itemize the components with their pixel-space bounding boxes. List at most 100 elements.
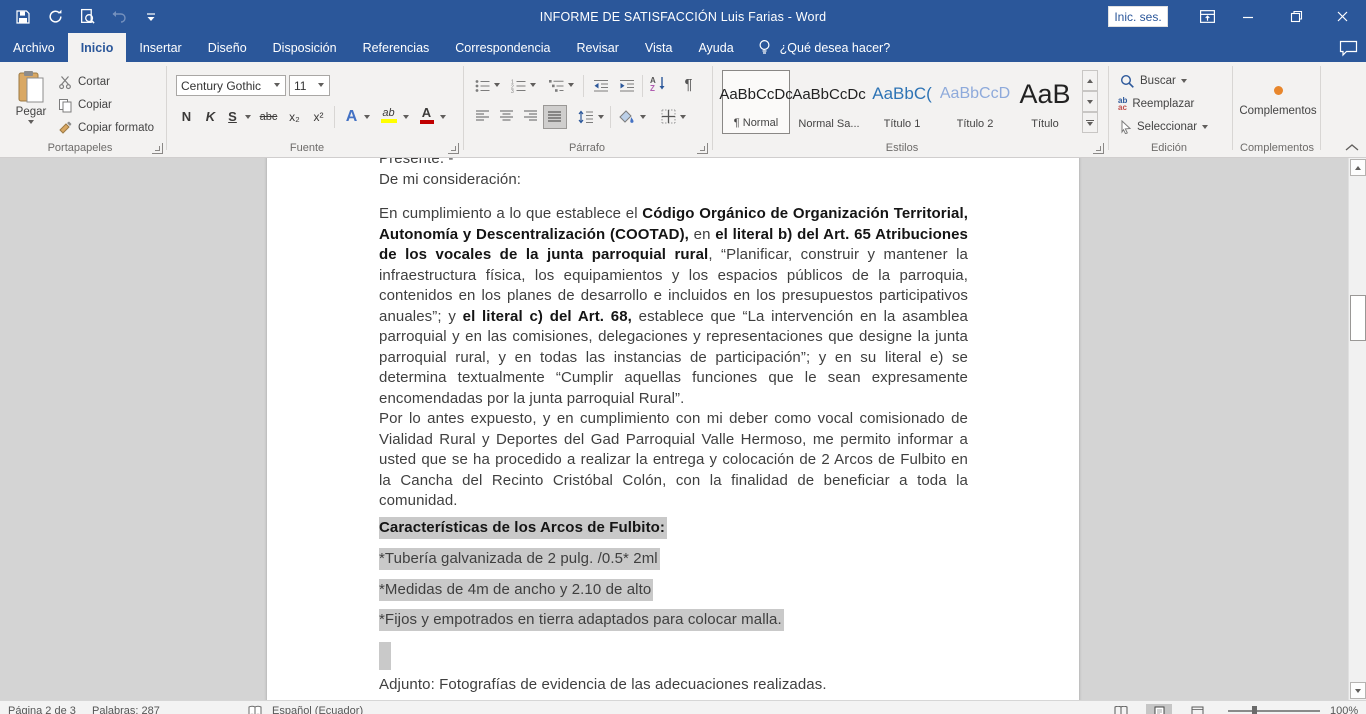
collapse-ribbon-icon[interactable]	[1344, 142, 1360, 154]
paragraph[interactable]: *Fijos y empotrados en tierra adaptados …	[379, 610, 968, 631]
tab-inicio[interactable]: Inicio	[68, 33, 127, 62]
styles-gallery-down-button[interactable]	[1082, 91, 1098, 112]
superscript-button[interactable]: x²	[308, 106, 329, 127]
font-size-combo[interactable]: 11	[289, 75, 330, 96]
align-left-button[interactable]	[472, 106, 493, 127]
borders-chevron-icon[interactable]	[680, 115, 687, 120]
font-color-chevron-icon[interactable]	[440, 115, 447, 120]
text-effects-button[interactable]: A	[341, 106, 362, 127]
paste-button[interactable]: Pegar	[10, 70, 52, 136]
restore-button[interactable]	[1279, 0, 1313, 33]
strikethrough-button[interactable]: abc	[258, 106, 279, 127]
bold-button[interactable]: N	[176, 106, 197, 127]
numbering-chevron-icon[interactable]	[530, 83, 537, 88]
multilevel-chevron-icon[interactable]	[568, 83, 575, 88]
shading-chevron-icon[interactable]	[640, 115, 647, 120]
print-layout-button[interactable]	[1146, 704, 1172, 714]
borders-button[interactable]	[658, 106, 679, 127]
zoom-slider[interactable]	[1228, 710, 1320, 712]
format-painter-button[interactable]: Copiar formato	[58, 118, 154, 138]
style-titulo-2[interactable]: AaBbCcD Título 2	[941, 70, 1009, 134]
tab-correspondencia[interactable]: Correspondencia	[442, 33, 563, 62]
styles-dialog-launcher[interactable]	[1093, 143, 1104, 154]
scroll-down-button[interactable]	[1350, 682, 1366, 699]
style-normal-sa[interactable]: AaBbCcDc Normal Sa...	[795, 70, 863, 134]
styles-gallery-more-button[interactable]	[1082, 112, 1098, 133]
read-mode-button[interactable]	[1108, 704, 1134, 714]
scroll-up-button[interactable]	[1350, 159, 1366, 176]
multilevel-list-button[interactable]	[546, 75, 567, 96]
increase-indent-button[interactable]	[616, 75, 637, 96]
paragraph[interactable]: En cumplimiento a lo que establece el Có…	[379, 204, 968, 409]
scrollbar-thumb[interactable]	[1350, 295, 1366, 341]
addins-button[interactable]: Complementos	[1236, 70, 1320, 132]
document-area[interactable]: Presente. -De mi consideración: En cumpli…	[0, 158, 1348, 700]
decrease-indent-button[interactable]	[590, 75, 611, 96]
ribbon-display-options-button[interactable]	[1190, 0, 1224, 33]
paragraph[interactable]: *Medidas de 4m de ancho y 2.10 de alto	[379, 580, 968, 601]
paragraph[interactable]: De mi consideración:	[379, 170, 968, 191]
numbering-button[interactable]: 123	[508, 75, 529, 96]
copy-button[interactable]: Copiar	[58, 95, 112, 115]
web-layout-button[interactable]	[1184, 704, 1210, 714]
tab-vista[interactable]: Vista	[632, 33, 686, 62]
underline-button[interactable]: S	[222, 106, 243, 127]
sort-button[interactable]: AZ	[648, 73, 669, 94]
shading-button[interactable]	[616, 106, 637, 127]
line-spacing-chevron-icon[interactable]	[598, 115, 605, 120]
highlight-chevron-icon[interactable]	[403, 115, 410, 120]
style-titulo[interactable]: AaB Título	[1011, 70, 1079, 134]
underline-chevron-icon[interactable]	[245, 115, 252, 120]
paragraph[interactable]: Adjunto: Fotografías de evidencia de las…	[379, 675, 968, 696]
word-count[interactable]: Palabras: 287	[92, 705, 160, 714]
tab-diseno[interactable]: Diseño	[195, 33, 260, 62]
select-button[interactable]: Seleccionar	[1120, 117, 1209, 137]
paragraph[interactable]: Por lo antes expuesto, y en cumplimiento…	[379, 409, 968, 512]
justify-button[interactable]	[543, 105, 567, 129]
bullets-button[interactable]	[472, 75, 493, 96]
bullets-chevron-icon[interactable]	[494, 83, 501, 88]
subscript-button[interactable]: x₂	[284, 106, 305, 127]
italic-button[interactable]: K	[200, 106, 221, 127]
page-indicator[interactable]: Página 2 de 3	[8, 705, 76, 714]
align-center-button[interactable]	[496, 106, 517, 127]
vertical-scrollbar[interactable]	[1348, 158, 1366, 700]
zoom-slider-thumb[interactable]	[1252, 706, 1257, 714]
find-button[interactable]: Buscar	[1120, 71, 1188, 91]
pilcrow-button[interactable]: ¶	[678, 74, 699, 95]
align-right-button[interactable]	[520, 106, 541, 127]
minimize-button[interactable]	[1231, 0, 1265, 33]
font-color-button[interactable]: A	[416, 104, 437, 125]
paragraph[interactable]: Características de los Arcos de Fulbito:	[379, 518, 968, 539]
tab-disposicion[interactable]: Disposición	[260, 33, 350, 62]
font-dialog-launcher[interactable]	[448, 143, 459, 154]
clipboard-dialog-launcher[interactable]	[152, 143, 163, 154]
zoom-level[interactable]: 100%	[1330, 705, 1358, 714]
paragraph-dialog-launcher[interactable]	[697, 143, 708, 154]
styles-gallery-up-button[interactable]	[1082, 70, 1098, 91]
document-text[interactable]: Presente. -De mi consideración: En cumpli…	[379, 158, 968, 695]
style-titulo-1[interactable]: AaBbC( Título 1	[868, 70, 936, 134]
tab-ayuda[interactable]: Ayuda	[685, 33, 746, 62]
tab-archivo[interactable]: Archivo	[0, 33, 68, 62]
tab-insertar[interactable]: Insertar	[126, 33, 194, 62]
style-normal[interactable]: AaBbCcDc ¶ Normal	[722, 70, 790, 134]
line-spacing-button[interactable]	[575, 106, 596, 127]
sign-in-button[interactable]: Inic. ses.	[1108, 6, 1168, 27]
paragraph[interactable]: *Tubería galvanizada de 2 pulg. /0.5* 2m…	[379, 549, 968, 570]
empty-selected-paragraph[interactable]	[379, 642, 391, 670]
paragraph[interactable]: Presente. -	[379, 158, 968, 170]
replace-button[interactable]: ab ac Reemplazar	[1118, 94, 1194, 114]
cut-button[interactable]: Cortar	[58, 72, 110, 92]
tab-revisar[interactable]: Revisar	[563, 33, 631, 62]
highlight-button[interactable]: ab	[378, 104, 399, 125]
cut-label: Cortar	[78, 76, 110, 88]
language-indicator[interactable]: Español (Ecuador)	[272, 705, 363, 714]
font-family-combo[interactable]: Century Gothic	[176, 75, 286, 96]
tell-me-box[interactable]: ¿Qué desea hacer?	[747, 33, 891, 62]
comments-icon[interactable]	[1339, 40, 1358, 57]
close-button[interactable]	[1325, 0, 1359, 33]
tab-referencias[interactable]: Referencias	[350, 33, 443, 62]
text-effects-chevron-icon[interactable]	[364, 115, 371, 120]
proofing-icon[interactable]	[248, 705, 262, 714]
